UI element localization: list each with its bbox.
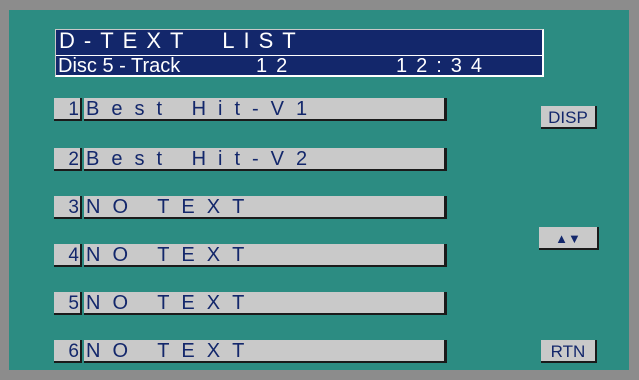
list-item-text[interactable]: Best Hit-V1 <box>84 98 447 121</box>
up-down-arrows-icon: ▲▼ <box>555 231 581 246</box>
list-item-text[interactable]: Best Hit-V2 <box>84 148 447 171</box>
disp-button[interactable]: DISP <box>541 106 597 129</box>
disc-track-info: Disc 5 - Track 12 12:34 <box>56 55 542 77</box>
elapsed-time: 12:34 <box>396 55 492 77</box>
scroll-up-down-button[interactable]: ▲▼ <box>539 227 599 250</box>
list-item-text[interactable]: NO TEXT <box>84 340 447 363</box>
list-item-number[interactable]: 5 <box>54 292 82 315</box>
list-item-number[interactable]: 6 <box>54 340 82 363</box>
title-panel: D-TEXT LIST Disc 5 - Track 12 12:34 <box>55 29 544 77</box>
list-item-number[interactable]: 3 <box>54 196 82 219</box>
list-item-number[interactable]: 4 <box>54 244 82 267</box>
list-item-number[interactable]: 1 <box>54 98 82 121</box>
list-item-number[interactable]: 2 <box>54 148 82 171</box>
return-button[interactable]: RTN <box>541 340 597 363</box>
list-item-text[interactable]: NO TEXT <box>84 244 447 267</box>
disc-track-label: Disc 5 - Track <box>58 55 181 77</box>
list-item-text[interactable]: NO TEXT <box>84 292 447 315</box>
track-number: 12 <box>256 55 297 77</box>
list-item-text[interactable]: NO TEXT <box>84 196 447 219</box>
page-title: D-TEXT LIST <box>59 28 305 53</box>
dtext-screen: D-TEXT LIST Disc 5 - Track 12 12:34 1 Be… <box>9 10 629 370</box>
